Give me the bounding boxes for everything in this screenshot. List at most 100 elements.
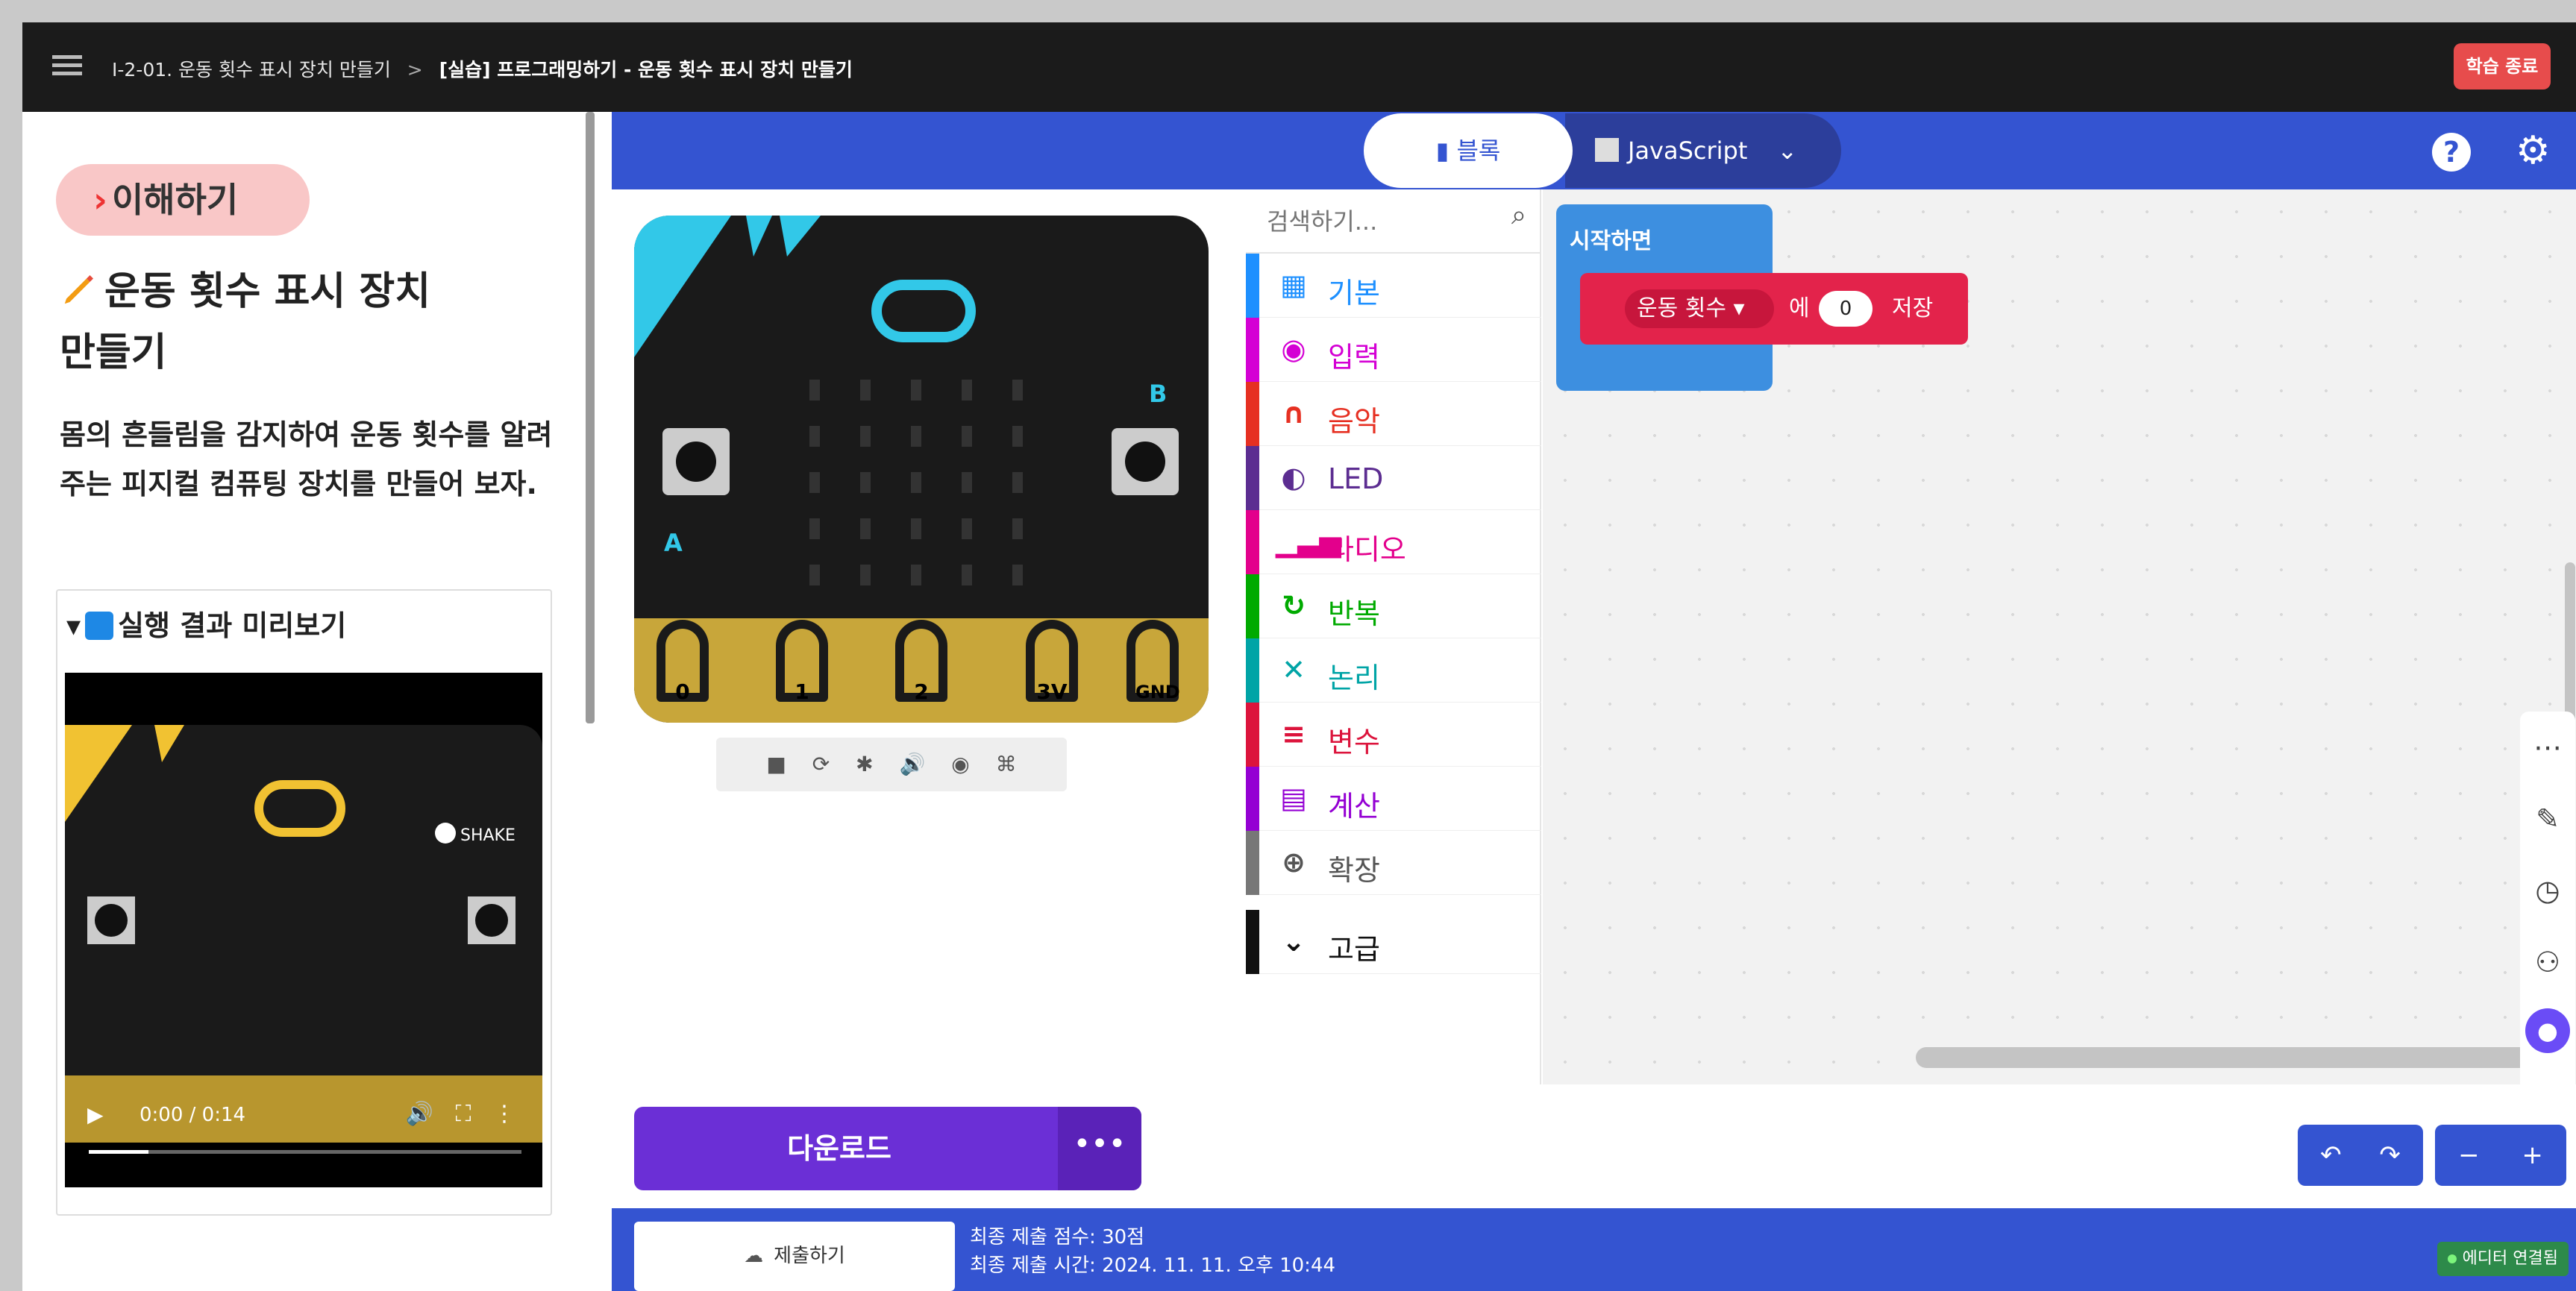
category-label: 고급	[1328, 933, 1380, 966]
microbit-board[interactable]: A B 0 1 2 3V GND	[634, 216, 1209, 723]
chevron-down-icon: ⌄	[1282, 925, 1306, 958]
category-logic[interactable]: ✕ 논리	[1246, 638, 1541, 703]
variable-dropdown[interactable]: 운동 횟수 ▾	[1625, 289, 1774, 328]
top-border	[0, 0, 2576, 22]
chevron-right-icon: ›	[93, 180, 107, 220]
tab-blocks[interactable]: ▮ 블록	[1364, 113, 1573, 188]
category-radio[interactable]: ▁▃▅ 라디오	[1246, 510, 1541, 574]
tab-blocks-label: 블록	[1456, 136, 1501, 165]
category-label: 변수	[1328, 726, 1380, 758]
category-loops[interactable]: ↻ 반복	[1246, 574, 1541, 638]
set-action: 저장	[1892, 295, 1934, 321]
video-progress[interactable]	[89, 1150, 521, 1154]
submit-button[interactable]: ☁ 제출하기	[634, 1222, 955, 1291]
category-basic[interactable]: ▦ 기본	[1246, 254, 1541, 318]
category-label: 음악	[1328, 405, 1380, 438]
pin-3v[interactable]: 3V	[1026, 620, 1078, 704]
more-options-icon[interactable]: •••	[1058, 1107, 1141, 1190]
search-input[interactable]	[1267, 203, 1491, 240]
category-label: 입력	[1328, 341, 1380, 374]
list-icon: ≡	[1282, 717, 1306, 750]
circle-dot-icon: ◉	[1281, 333, 1306, 365]
play-icon[interactable]: ▶	[87, 1102, 104, 1127]
category-label: 확장	[1328, 854, 1380, 887]
block-workspace[interactable]: 시작하면 운동 횟수 ▾ 에 0 저장 ⋯ ✎ ◷ ⚇ ●	[1543, 189, 2576, 1099]
headphones-icon: ∩	[1282, 397, 1306, 430]
tab-javascript[interactable]: JavaScript ⌄	[1565, 113, 1841, 188]
submit-label: 제출하기	[774, 1245, 845, 1267]
shake-label: SHAKE	[460, 826, 515, 845]
lesson-title-text: 운동 횟수 표시 장치 만들기	[60, 269, 431, 375]
category-extensions[interactable]: ⊕ 확장	[1246, 831, 1541, 895]
toolbox-search: ⌕	[1246, 189, 1541, 254]
category-variables[interactable]: ≡ 변수	[1246, 703, 1541, 767]
app-window: I-2-01. 운동 횟수 표시 장치 만들기 > [실습] 프로그래밍하기 -…	[0, 0, 2576, 1291]
workspace-tools: ⋯ ✎ ◷ ⚇ ●	[2520, 712, 2575, 1099]
signal-icon: ▁▃▅	[1276, 525, 1341, 558]
pin-0[interactable]: 0	[656, 620, 709, 704]
video-progress-fill	[89, 1150, 148, 1154]
button-a[interactable]	[662, 428, 730, 495]
submission-info: 최종 제출 점수: 30점 최종 제출 시간: 2024. 11. 11. 오후…	[970, 1223, 1335, 1280]
lesson-scrollbar[interactable]	[586, 112, 595, 723]
category-label: 계산	[1328, 790, 1380, 823]
category-label: LED	[1328, 462, 1384, 495]
video-controls[interactable]: 🔊 ⛶ ⋮	[406, 1101, 515, 1127]
breadcrumb-separator: >	[407, 59, 423, 81]
download-button[interactable]: 다운로드	[634, 1107, 1044, 1190]
button-b-label: B	[1149, 380, 1168, 408]
preview-toggle[interactable]: ▾ 실행 결과 미리보기	[66, 603, 346, 644]
pencil-icon[interactable]: ✎	[2520, 783, 2575, 855]
microbit-logo[interactable]	[871, 280, 976, 342]
connection-label: 에디터 연결됨	[2462, 1249, 2558, 1268]
edge-connector: 0 1 2 3V GND	[634, 618, 1209, 723]
final-score: 최종 제출 점수: 30점	[970, 1226, 1145, 1248]
end-learning-button[interactable]: 학습 종료	[2454, 43, 2551, 89]
category-input[interactable]: ◉ 입력	[1246, 318, 1541, 382]
category-label: 라디오	[1328, 533, 1406, 566]
category-label: 논리	[1328, 662, 1380, 694]
download-button-group: 다운로드 •••	[634, 1107, 1141, 1190]
makecode-editor: JavaScript ⌄ ▮ 블록 ? ⚙ A B 0 1 2 3V GND ■…	[612, 112, 2576, 1291]
help-icon[interactable]: ?	[2432, 133, 2471, 172]
category-led[interactable]: ◐ LED	[1246, 446, 1541, 510]
lesson-description: 몸의 흔들림을 감지하여 운동 횟수를 알려 주는 피지컬 컴퓨팅 장치를 만들…	[60, 418, 553, 500]
pin-gnd[interactable]: GND	[1126, 620, 1180, 703]
tab-javascript-label: JavaScript	[1628, 136, 1748, 165]
category-advanced[interactable]: ⌄ 고급	[1246, 910, 1541, 974]
simulator: A B 0 1 2 3V GND ■ ⟳ ✱ 🔊 ◉ ⌘	[612, 189, 1246, 1084]
category-music[interactable]: ∩ 음악	[1246, 382, 1541, 446]
workspace-hscroll[interactable]	[1916, 1047, 2557, 1068]
category-math[interactable]: ▤ 계산	[1246, 767, 1541, 831]
led-matrix	[809, 380, 1026, 585]
preview-title: 실행 결과 미리보기	[118, 609, 347, 642]
zoom-group[interactable]: − +	[2435, 1125, 2566, 1186]
search-icon[interactable]: ⌕	[1511, 200, 1526, 231]
timer-icon[interactable]: ◷	[2520, 855, 2575, 926]
pin-2[interactable]: 2	[895, 620, 947, 704]
menu-icon[interactable]	[52, 51, 82, 84]
breadcrumb-course[interactable]: I-2-01. 운동 횟수 표시 장치 만들기	[112, 59, 391, 81]
value-input[interactable]: 0	[1819, 291, 1873, 327]
puzzle-icon: ▮	[1435, 136, 1457, 165]
gear-icon[interactable]: ⚙	[2516, 128, 2551, 173]
group-icon[interactable]: ⚇	[2520, 926, 2575, 998]
on-start-label: 시작하면	[1570, 228, 1652, 254]
section-pill: › 이해하기	[56, 164, 310, 236]
set-particle: 에	[1789, 295, 1810, 321]
block-toolbox: ⌕ ▦ 기본 ◉ 입력 ∩ 음악 ◐ LED ▁▃▅라디오 ↻ 반복 ✕ 논리 ≡ 변수 ▤ 계…	[1246, 189, 1541, 1084]
pencil-icon	[64, 275, 93, 304]
category-label: 기본	[1328, 277, 1380, 310]
dots-icon[interactable]: ⋯	[2520, 712, 2575, 783]
pin-1[interactable]: 1	[776, 620, 828, 704]
simulator-controls[interactable]: ■ ⟳ ✱ 🔊 ◉ ⌘	[716, 738, 1067, 791]
set-variable-block[interactable]: 운동 횟수 ▾ 에 0 저장	[1580, 273, 1968, 345]
chevron-down-icon: ⌄	[1777, 136, 1798, 165]
preview-video[interactable]: SHAKE ▶ 0:00 / 0:14 🔊 ⛶ ⋮	[65, 673, 542, 1187]
status-dot-icon	[2447, 1254, 2457, 1263]
video-icon	[85, 612, 114, 640]
assistant-icon[interactable]: ●	[2525, 1008, 2570, 1053]
button-b[interactable]	[1112, 428, 1179, 495]
undo-redo-group[interactable]: ↶ ↷	[2298, 1125, 2423, 1186]
breadcrumb: I-2-01. 운동 횟수 표시 장치 만들기 > [실습] 프로그래밍하기 -…	[112, 55, 853, 82]
